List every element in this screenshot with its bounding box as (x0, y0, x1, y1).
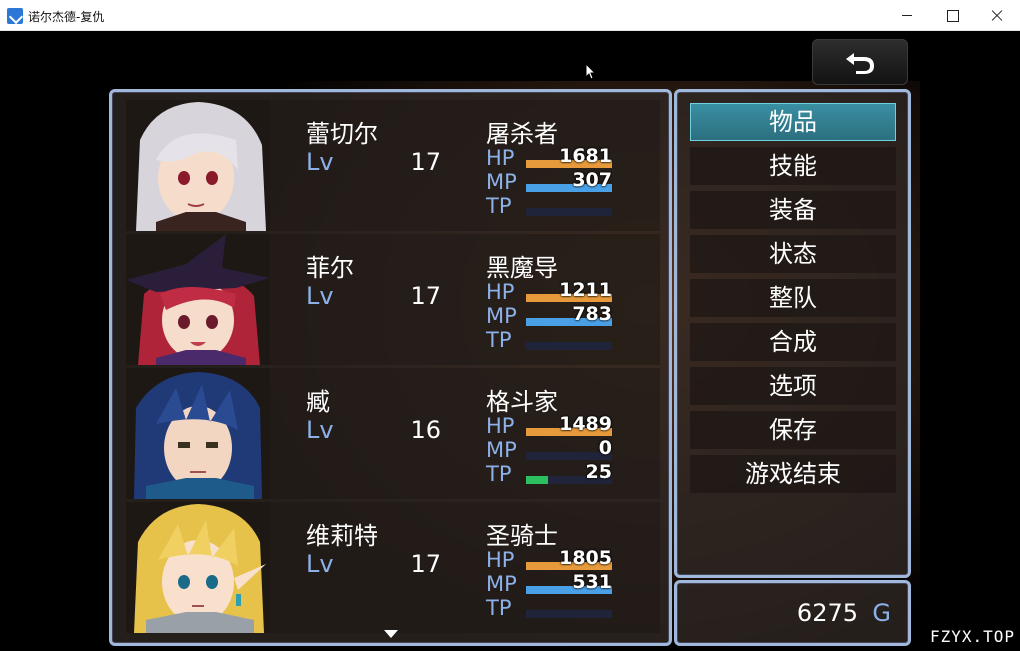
gold-unit: G (872, 599, 891, 627)
actor-class: 黑魔导 (486, 254, 558, 282)
app-icon (7, 8, 23, 24)
watermark-text: FZYX.TOP (930, 627, 1016, 646)
minimize-button[interactable] (884, 0, 930, 31)
party-status-window: 蕾切尔 Lv 17 屠杀者 HP 1681 MP 307 TP 菲尔 Lv 17… (109, 89, 672, 646)
hp-value: 1681 (559, 145, 612, 167)
hp-label: HP (486, 414, 515, 438)
scroll-down-arrow-icon[interactable] (384, 630, 398, 638)
actor-level: 16 (410, 416, 441, 444)
hp-gauge: HP 1681 (486, 145, 614, 170)
tp-label: TP (486, 328, 512, 352)
hp-gauge: HP 1805 (486, 547, 614, 572)
hp-value: 1805 (559, 547, 612, 569)
menu-item-status[interactable]: 状态 (690, 235, 896, 273)
actor-name: 臧 (306, 388, 330, 416)
close-button[interactable] (974, 0, 1020, 31)
tp-gauge: TP (486, 328, 614, 352)
mp-gauge: MP 531 (486, 571, 614, 596)
party-member-row[interactable]: 蕾切尔 Lv 17 屠杀者 HP 1681 MP 307 TP (126, 100, 660, 231)
level-label: Lv (306, 282, 334, 310)
menu-item-skills[interactable]: 技能 (690, 147, 896, 185)
party-member-row[interactable]: 臧 Lv 16 格斗家 HP 1489 MP 0 TP 25 (126, 368, 660, 499)
menu-item-game-end[interactable]: 游戏结束 (690, 455, 896, 493)
mp-gauge: MP 307 (486, 169, 614, 194)
mp-label: MP (486, 170, 517, 194)
hp-label: HP (486, 280, 515, 304)
tp-gauge: TP (486, 194, 614, 218)
actor-level: 17 (410, 550, 441, 578)
menu-item-items[interactable]: 物品 (690, 103, 896, 141)
actor-level: 17 (410, 282, 441, 310)
mp-label: MP (486, 304, 517, 328)
hp-label: HP (486, 146, 515, 170)
menu-item-formation[interactable]: 整队 (690, 279, 896, 317)
actor-class: 屠杀者 (486, 120, 558, 148)
game-screen: 蕾切尔 Lv 17 屠杀者 HP 1681 MP 307 TP 菲尔 Lv 17… (0, 31, 1020, 651)
tp-value: 25 (585, 461, 612, 483)
tp-fill (526, 476, 548, 484)
actor-class: 格斗家 (486, 388, 558, 416)
hp-gauge: HP 1489 (486, 413, 614, 438)
mouse-cursor-icon (585, 63, 597, 80)
level-label: Lv (306, 550, 334, 578)
menu-item-synthesis[interactable]: 合成 (690, 323, 896, 361)
silver-hair-girl-portrait (126, 100, 270, 231)
tp-label: TP (486, 596, 512, 620)
mp-gauge: MP 0 (486, 437, 614, 462)
blonde-elf-portrait (126, 502, 270, 633)
party-member-row[interactable]: 菲尔 Lv 17 黑魔导 HP 1211 MP 783 TP (126, 234, 660, 365)
red-hair-witch-portrait (126, 234, 270, 365)
blue-hair-fighter-portrait (126, 368, 270, 499)
main-menu-window: 物品 技能 装备 状态 整队 合成 选项 保存 游戏结束 (674, 89, 911, 578)
return-arrow-icon (846, 53, 874, 74)
window-titlebar: 诺尔杰德-复仇 (0, 0, 1020, 31)
level-label: Lv (306, 148, 334, 176)
gold-amount: 6275 (796, 599, 858, 627)
actor-level: 17 (410, 148, 441, 176)
menu-item-save[interactable]: 保存 (690, 411, 896, 449)
mp-value: 531 (572, 571, 612, 593)
maximize-button[interactable] (930, 0, 976, 31)
level-label: Lv (306, 416, 334, 444)
back-button[interactable] (812, 39, 908, 85)
tp-label: TP (486, 462, 512, 486)
mp-gauge: MP 783 (486, 303, 614, 328)
actor-name: 蕾切尔 (306, 120, 378, 148)
tp-gauge: TP 25 (486, 461, 614, 486)
mp-value: 307 (572, 169, 612, 191)
actor-class: 圣骑士 (486, 522, 558, 550)
party-member-row[interactable]: 维莉特 Lv 17 圣骑士 HP 1805 MP 531 TP (126, 502, 660, 633)
hp-value: 1211 (559, 279, 612, 301)
hp-value: 1489 (559, 413, 612, 435)
window-title: 诺尔杰德-复仇 (28, 10, 105, 24)
hp-gauge: HP 1211 (486, 279, 614, 304)
mp-value: 0 (598, 437, 612, 459)
mp-label: MP (486, 438, 517, 462)
hp-label: HP (486, 548, 515, 572)
actor-name: 维莉特 (306, 522, 378, 550)
actor-name: 菲尔 (306, 254, 354, 282)
mp-value: 783 (572, 303, 612, 325)
tp-gauge: TP (486, 596, 614, 620)
mp-label: MP (486, 572, 517, 596)
tp-label: TP (486, 194, 512, 218)
menu-item-equip[interactable]: 装备 (690, 191, 896, 229)
menu-item-options[interactable]: 选项 (690, 367, 896, 405)
gold-window: 6275 G (674, 580, 911, 646)
